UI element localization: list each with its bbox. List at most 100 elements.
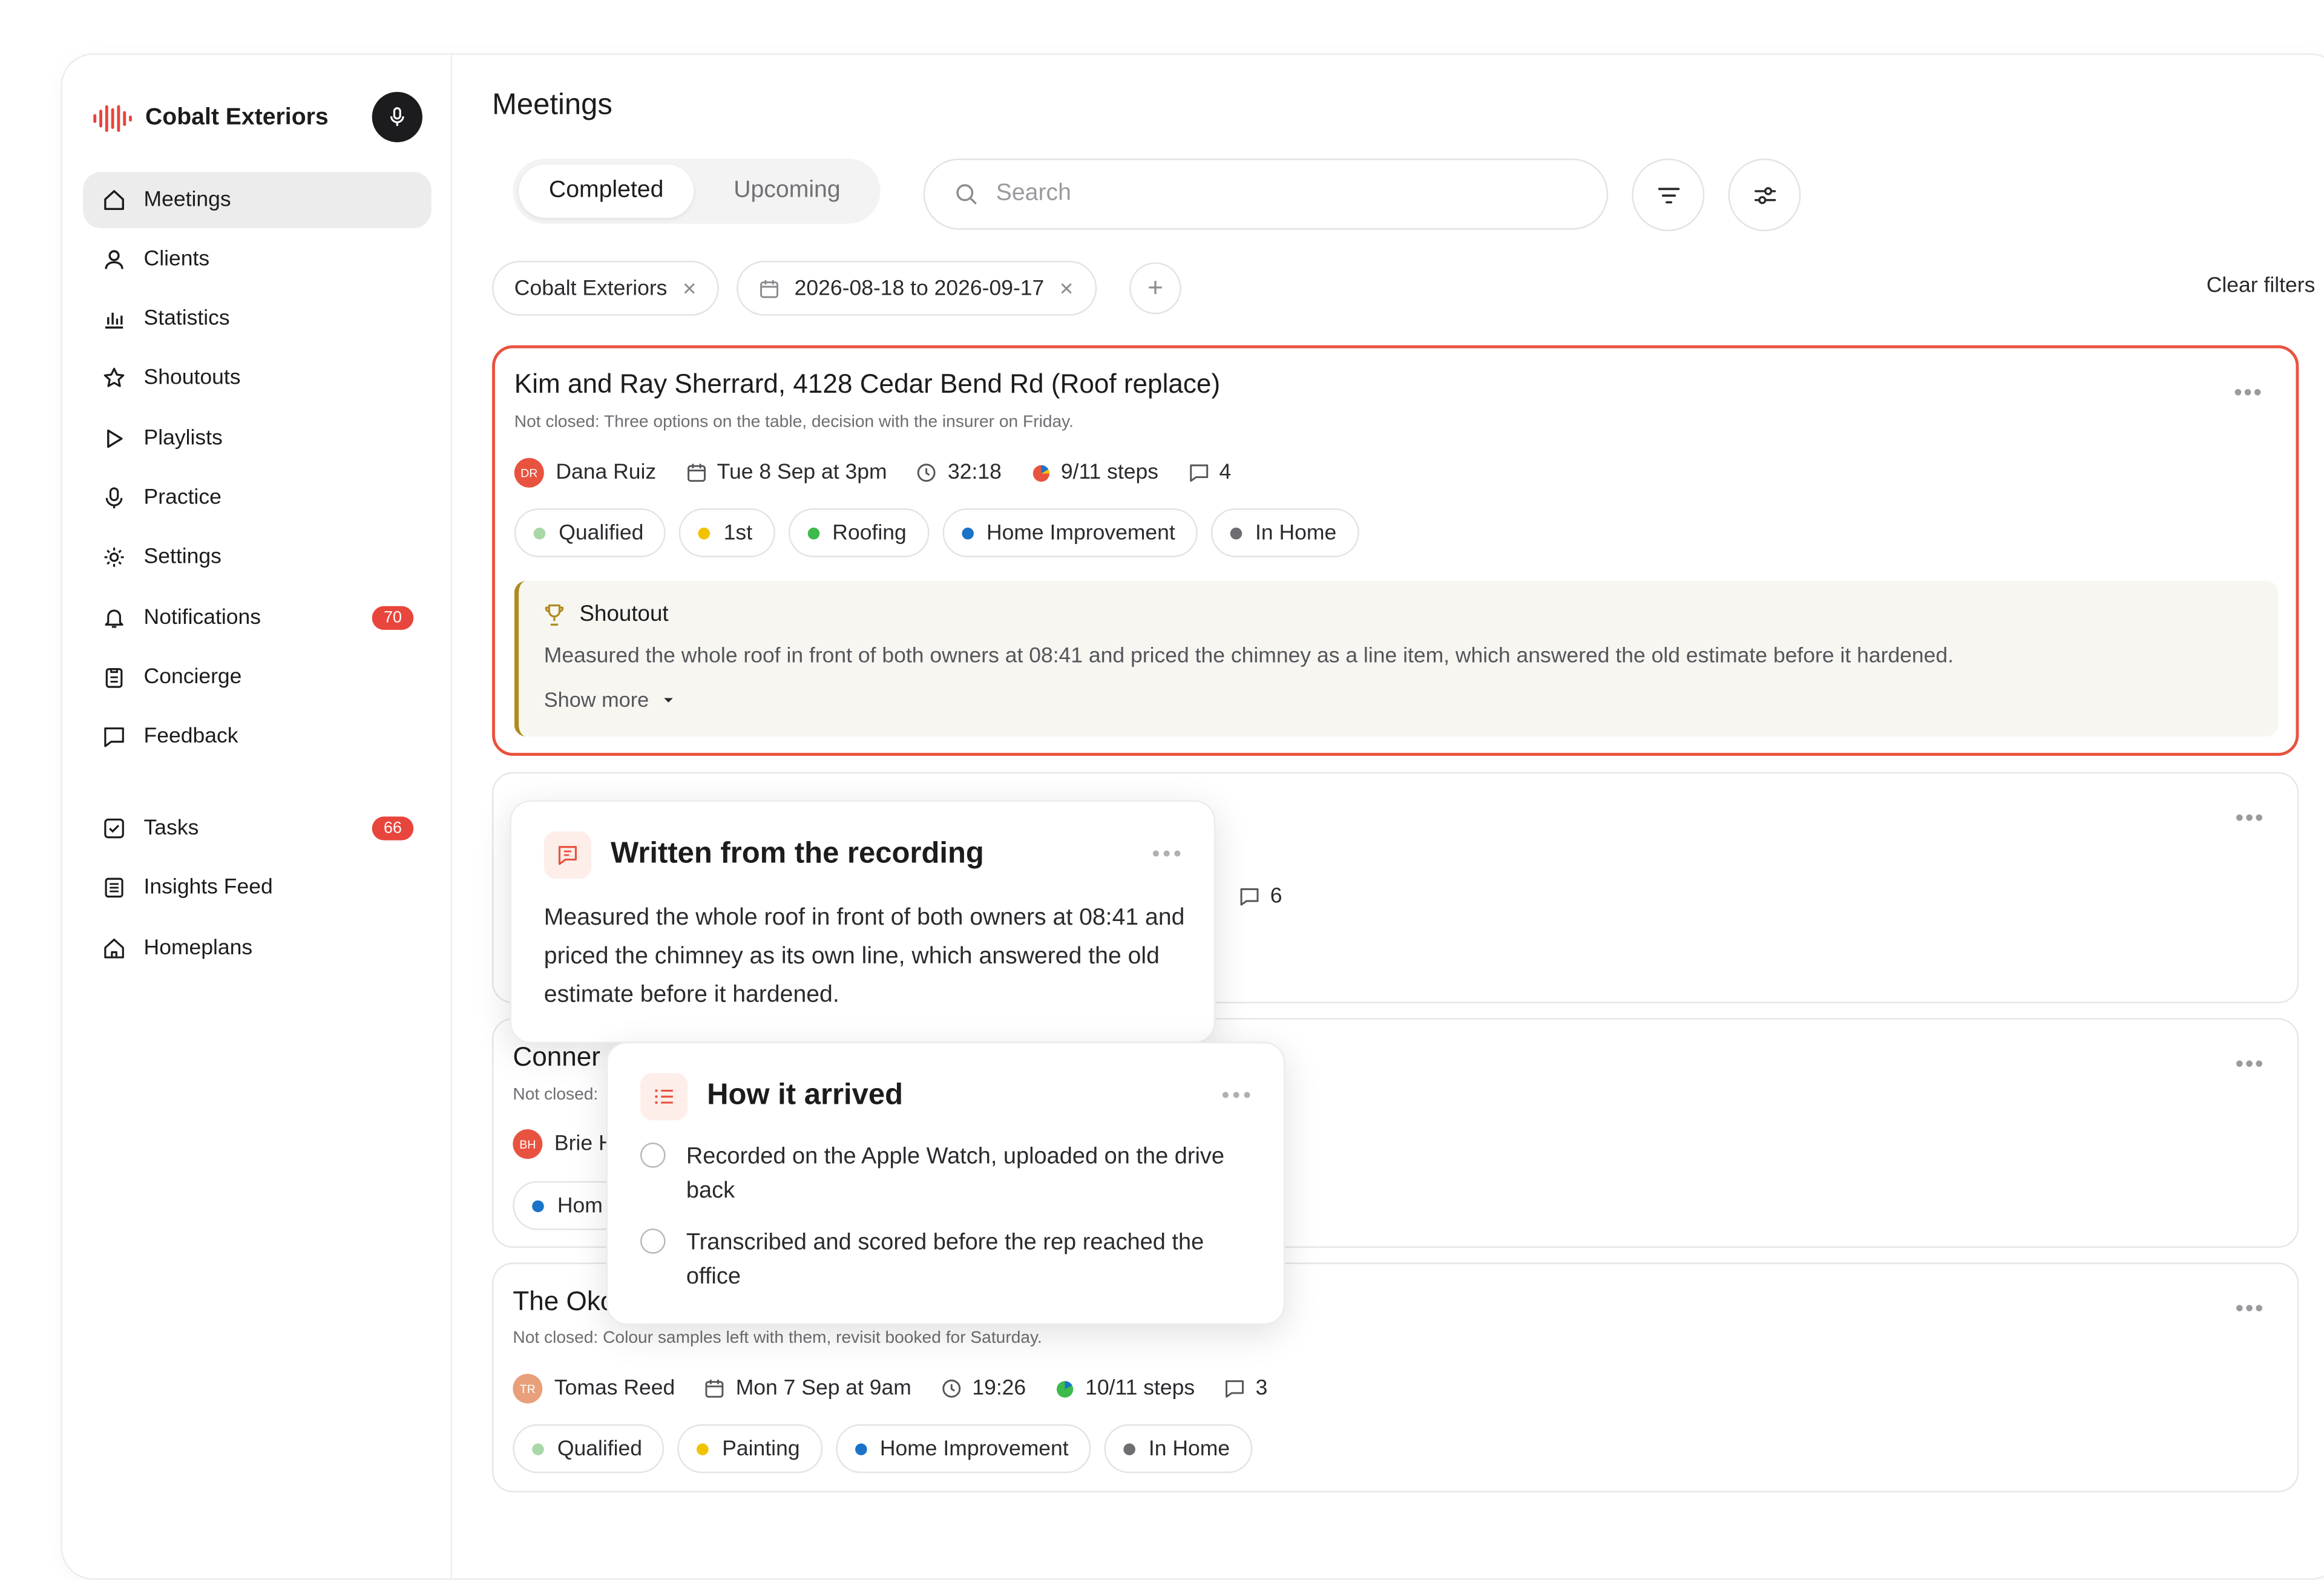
avatar: TR	[513, 1374, 543, 1404]
close-icon[interactable]: ✕	[682, 278, 697, 298]
sidebar-item-clients[interactable]: Clients	[83, 231, 432, 287]
more-options-icon[interactable]: •••	[2234, 381, 2263, 407]
sidebar-item-feedback[interactable]: Feedback	[83, 709, 432, 765]
filter-chip-date[interactable]: 2026-08-18 to 2026-09-17 ✕	[737, 261, 1097, 316]
clipboard-icon	[102, 666, 126, 689]
progress-pie-icon	[1057, 1380, 1074, 1397]
show-more-button[interactable]: Show more	[544, 687, 676, 712]
tag-label: Hom	[557, 1193, 603, 1218]
tag[interactable]: 1st	[679, 508, 775, 557]
chat-icon	[102, 725, 126, 749]
add-filter-button[interactable]: +	[1129, 262, 1181, 315]
filter-chip-label: Cobalt Exteriors	[514, 276, 668, 300]
sidebar-item-insights-feed[interactable]: Insights Feed	[83, 859, 432, 916]
more-options-icon[interactable]: •••	[2236, 1297, 2265, 1323]
calendar-icon	[760, 279, 778, 298]
rep-name: Brie H	[554, 1132, 614, 1156]
shoutout-text: Measured the whole roof in front of both…	[543, 644, 1954, 669]
popover-body: Measured the whole roof in front of both…	[543, 905, 1185, 1008]
meeting-subtitle: Not closed: Colour samples left with the…	[513, 1329, 1042, 1348]
comments-count: 3	[1255, 1377, 1268, 1401]
sidebar-item-label: Statistics	[143, 306, 230, 331]
mic-icon	[390, 107, 404, 126]
meeting-rep: TR Tomas Reed	[513, 1374, 675, 1404]
record-button[interactable]	[372, 91, 422, 143]
tag[interactable]: Painting	[677, 1424, 822, 1473]
tag[interactable]: Roofing	[787, 508, 929, 557]
tag-dot	[807, 526, 819, 539]
page-title: Meetings	[492, 88, 612, 122]
popover-title: Written from the recording	[610, 837, 984, 870]
sidebar-item-concierge[interactable]: Concierge	[83, 649, 432, 706]
search-input[interactable]: Search	[923, 159, 1609, 230]
meeting-title[interactable]: The Oko	[513, 1287, 615, 1317]
duration-text: 32:18	[947, 461, 1002, 485]
radio-circle[interactable]	[640, 1228, 666, 1254]
written-from-recording-popover: Written from the recording ••• Measured …	[510, 800, 1216, 1044]
sidebar-item-label: Homeplans	[143, 936, 253, 960]
calendar-icon	[706, 1380, 724, 1398]
home-icon	[102, 188, 126, 212]
steps-text: 9/11 steps	[1060, 461, 1159, 485]
sidebar-item-notifications[interactable]: Notifications 70	[83, 590, 432, 646]
sidebar-item-tasks[interactable]: Tasks 66	[83, 800, 432, 856]
sidebar-item-label: Insights Feed	[143, 876, 273, 900]
tab-completed[interactable]: Completed	[519, 164, 694, 218]
meeting-status-tabs: Completed Upcoming	[513, 159, 881, 224]
meeting-comments[interactable]: 6	[1239, 885, 1282, 908]
tag-label: Home Improvement	[986, 520, 1175, 545]
meeting-title[interactable]: Kim and Ray Sherrard, 4128 Cedar Bend Rd…	[514, 369, 1220, 400]
tag-dot	[1230, 526, 1242, 539]
list-item: Transcribed and scored before the rep re…	[640, 1225, 1263, 1294]
summary-icon	[543, 831, 592, 879]
more-options-icon[interactable]: •••	[1152, 842, 1184, 867]
comment-icon	[1189, 464, 1208, 482]
tag[interactable]: Home Improvement	[835, 1424, 1091, 1473]
tag-dot	[532, 1199, 544, 1212]
sidebar-item-statistics[interactable]: Statistics	[83, 290, 432, 347]
more-options-icon[interactable]: •••	[2236, 1052, 2265, 1079]
notifications-badge: 70	[372, 606, 414, 630]
filter-chip-company[interactable]: Cobalt Exteriors ✕	[492, 261, 720, 316]
clock-icon	[942, 1379, 960, 1398]
adjust-button[interactable]	[1728, 159, 1801, 232]
comment-icon	[1226, 1380, 1244, 1398]
meeting-card[interactable]: Kim and Ray Sherrard, 4128 Cedar Bend Rd…	[492, 345, 2299, 756]
search-placeholder: Search	[996, 180, 1071, 206]
sidebar-item-shoutouts[interactable]: Shoutouts	[83, 350, 432, 406]
brand-name: Cobalt Exteriors	[145, 105, 329, 131]
more-options-icon[interactable]: •••	[1222, 1083, 1254, 1109]
meeting-title[interactable]: Conner	[513, 1042, 600, 1073]
sidebar-item-playlists[interactable]: Playlists	[83, 410, 432, 467]
tag[interactable]: In Home	[1104, 1424, 1252, 1473]
sidebar-item-practice[interactable]: Practice	[83, 470, 432, 526]
sidebar-item-homeplans[interactable]: Homeplans	[83, 920, 432, 977]
meeting-meta: TR Tomas Reed Mon 7 Sep at 9am 19:26 10/…	[513, 1374, 1297, 1404]
clear-filters-link[interactable]: Clear filters	[2207, 274, 2316, 298]
meeting-meta: 6	[1239, 885, 1311, 908]
sidebar-item-label: Tasks	[143, 816, 199, 841]
comments-count: 4	[1219, 461, 1232, 485]
tag[interactable]: In Home	[1210, 508, 1359, 557]
close-icon[interactable]: ✕	[1059, 278, 1074, 298]
rep-name: Tomas Reed	[554, 1377, 675, 1401]
calendar-icon	[687, 464, 706, 482]
tag[interactable]: Qualified	[514, 508, 666, 557]
tag[interactable]: Qualified	[513, 1424, 665, 1473]
sidebar-item-label: Clients	[143, 247, 210, 272]
meeting-comments[interactable]: 3	[1224, 1377, 1267, 1400]
tag[interactable]: Home Improvement	[942, 508, 1198, 557]
tag-label: In Home	[1255, 520, 1337, 545]
tab-upcoming[interactable]: Upcoming	[703, 165, 872, 218]
sidebar-item-settings[interactable]: Settings	[83, 529, 432, 585]
meeting-comments[interactable]: 4	[1188, 461, 1231, 485]
brand[interactable]: Cobalt Exteriors	[92, 93, 329, 143]
duration-text: 19:26	[972, 1377, 1026, 1401]
filter-button[interactable]	[1632, 159, 1705, 232]
sidebar-item-label: Settings	[143, 545, 222, 569]
radio-circle[interactable]	[640, 1142, 666, 1168]
more-options-icon[interactable]: •••	[2236, 806, 2265, 833]
sidebar-item-meetings[interactable]: Meetings	[83, 172, 432, 229]
popover-title: How it arrived	[707, 1078, 904, 1112]
date-text: Tue 8 Sep at 3pm	[717, 461, 887, 485]
